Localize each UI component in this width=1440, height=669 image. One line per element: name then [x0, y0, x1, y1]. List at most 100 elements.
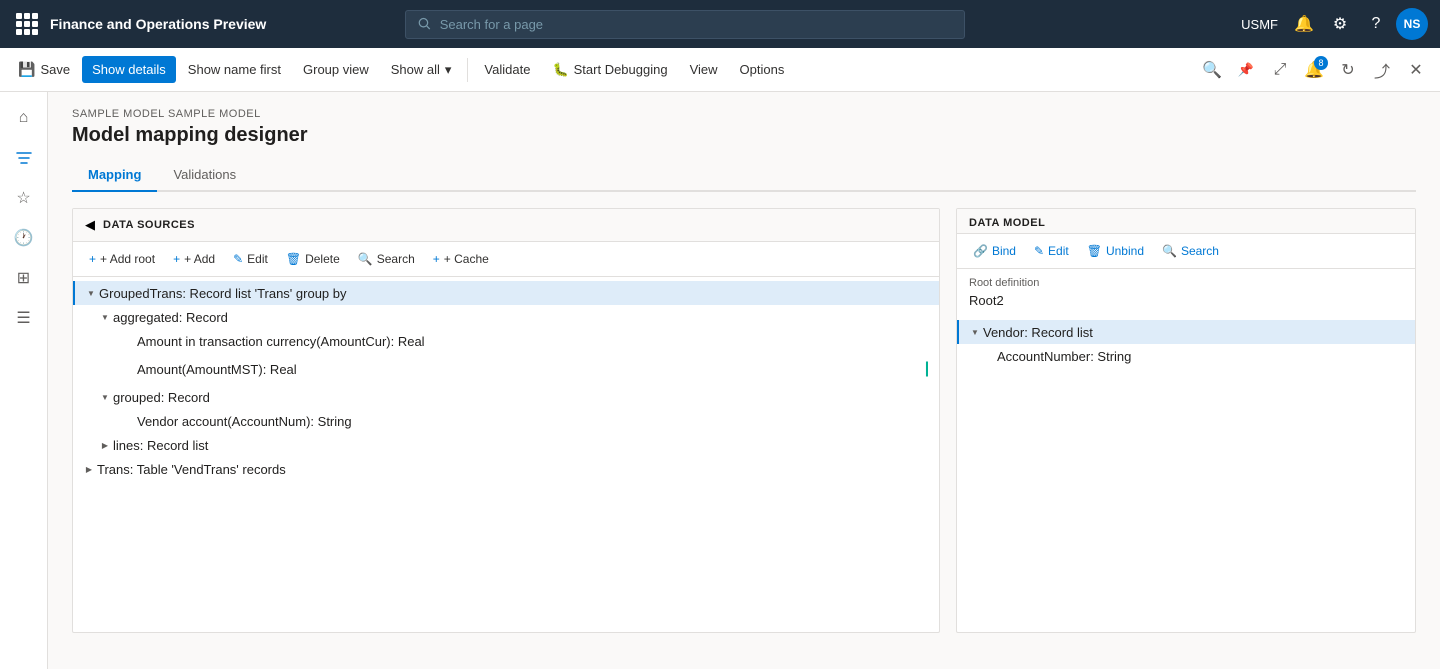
unbind-button[interactable]: 🗑 Unbind: [1079, 240, 1152, 262]
tree-item-aggregated[interactable]: aggregated: Record: [73, 305, 939, 329]
search-icon: [418, 17, 431, 31]
sidebar-workspaces[interactable]: ⊞: [6, 260, 42, 296]
tree-item-amount-cur[interactable]: Amount in transaction currency(AmountCur…: [73, 329, 939, 353]
sidebar-list[interactable]: ☰: [6, 300, 42, 336]
grouped-label: grouped: Record: [113, 390, 210, 405]
open-new-window-button[interactable]: ⤴: [1366, 54, 1398, 86]
cmdbar-search[interactable]: 🔍: [1196, 54, 1228, 86]
add-root-button[interactable]: + + Add root: [81, 248, 163, 270]
grouped-trans-expand[interactable]: [83, 285, 99, 301]
panels-container: ◀ DATA SOURCES + + Add root + + Add ✎ Ed…: [72, 208, 1416, 633]
app-layout: ⌂ ☆ 🕐 ⊞ ☰ SAMPLE MODEL SAMPLE MODEL Mode…: [0, 92, 1440, 669]
refresh-button[interactable]: ↻: [1332, 54, 1364, 86]
account-number-label: AccountNumber: String: [997, 349, 1131, 364]
show-name-first-button[interactable]: Show name first: [178, 56, 291, 83]
show-details-button[interactable]: Show details: [82, 56, 176, 83]
page-title: Model mapping designer: [72, 124, 1416, 147]
cache-button[interactable]: + + Cache: [425, 248, 497, 270]
add-button[interactable]: + + Add: [165, 248, 223, 270]
data-sources-panel: ◀ DATA SOURCES + + Add root + + Add ✎ Ed…: [72, 208, 940, 633]
ds-collapse-icon[interactable]: ◀: [85, 217, 95, 233]
data-model-panel: DATA MODEL 🔗 Bind ✎ Edit 🗑 Unbind: [956, 208, 1416, 633]
aggregated-expand[interactable]: [97, 309, 113, 325]
root-definition-label: Root definition: [969, 277, 1403, 289]
dm-root-definition: Root definition Root2: [957, 269, 1415, 316]
notifications-badge-container: 🔔 8: [1298, 54, 1330, 86]
top-nav: Finance and Operations Preview USMF 🔔 ⚙ …: [0, 0, 1440, 48]
amount-mst-expand: [121, 361, 137, 377]
expand-button[interactable]: ⤢: [1264, 54, 1296, 86]
validate-button[interactable]: Validate: [474, 56, 540, 83]
dm-search-icon: 🔍: [1162, 244, 1177, 258]
dm-toolbar: 🔗 Bind ✎ Edit 🗑 Unbind 🔍 Search: [957, 234, 1415, 269]
sidebar-recent[interactable]: 🕐: [6, 220, 42, 256]
save-icon: 💾: [18, 61, 35, 78]
grouped-expand[interactable]: [97, 389, 113, 405]
user-avatar[interactable]: NS: [1396, 8, 1428, 40]
tree-item-vendor-acct[interactable]: Vendor account(AccountNum): String: [73, 409, 939, 433]
edit-icon: ✎: [233, 252, 243, 266]
cmdbar-search-icon[interactable]: 🔍: [1196, 54, 1228, 86]
cache-icon: +: [433, 252, 440, 266]
dm-header: DATA MODEL: [957, 209, 1415, 234]
sidebar-home[interactable]: ⌂: [6, 100, 42, 136]
help-button[interactable]: ?: [1360, 8, 1392, 40]
delete-button[interactable]: 🗑 Delete: [278, 248, 348, 270]
tab-validations[interactable]: Validations: [157, 159, 252, 192]
global-search-box[interactable]: [405, 10, 965, 39]
lines-label: lines: Record list: [113, 438, 208, 453]
unbind-icon: 🗑: [1087, 244, 1102, 258]
search-icon-ds: 🔍: [358, 252, 373, 266]
notifications-button[interactable]: 🔔: [1288, 8, 1320, 40]
tree-item-vendor[interactable]: Vendor: Record list: [957, 320, 1415, 344]
amount-cur-label: Amount in transaction currency(AmountCur…: [137, 334, 425, 349]
show-all-button[interactable]: Show all ▾: [381, 56, 462, 84]
delete-icon: 🗑: [286, 252, 301, 266]
tab-mapping[interactable]: Mapping: [72, 159, 157, 192]
tree-item-lines[interactable]: lines: Record list: [73, 433, 939, 457]
lines-expand[interactable]: [97, 437, 113, 453]
sidebar-filter[interactable]: [6, 140, 42, 176]
bind-button[interactable]: 🔗 Bind: [965, 240, 1024, 262]
bind-icon: 🔗: [973, 244, 988, 258]
filter-icon: [16, 150, 32, 166]
tree-item-account-number[interactable]: AccountNumber: String: [957, 344, 1415, 368]
dm-tree: Vendor: Record list AccountNumber: Strin…: [957, 316, 1415, 632]
debug-icon: 🐛: [552, 62, 568, 78]
settings-button[interactable]: ⚙: [1324, 8, 1356, 40]
global-search-input[interactable]: [440, 17, 953, 32]
start-debugging-button[interactable]: 🐛 Start Debugging: [542, 56, 677, 84]
command-bar: 💾 Save Show details Show name first Grou…: [0, 48, 1440, 92]
options-button[interactable]: Options: [730, 56, 795, 83]
account-number-expand: [981, 348, 997, 364]
sidebar-favorites[interactable]: ☆: [6, 180, 42, 216]
cmd-divider-1: [467, 58, 468, 82]
view-button[interactable]: View: [680, 56, 728, 83]
breadcrumb: SAMPLE MODEL SAMPLE MODEL: [72, 108, 1416, 120]
ds-header: ◀ DATA SOURCES: [73, 209, 939, 242]
dm-search-button[interactable]: 🔍 Search: [1154, 240, 1227, 262]
save-button[interactable]: 💾 Save: [8, 55, 80, 84]
top-nav-right: USMF 🔔 ⚙ ? NS: [1235, 8, 1428, 40]
grouped-trans-label: GroupedTrans: Record list 'Trans' group …: [99, 286, 347, 301]
pinned-button[interactable]: 📌: [1230, 54, 1262, 86]
app-grid-button[interactable]: [12, 9, 42, 39]
ds-toolbar: + + Add root + + Add ✎ Edit 🗑 Delete: [73, 242, 939, 277]
tree-item-grouped[interactable]: grouped: Record: [73, 385, 939, 409]
search-button[interactable]: 🔍 Search: [350, 248, 423, 270]
vendor-label: Vendor: Record list: [983, 325, 1093, 340]
group-view-button[interactable]: Group view: [293, 56, 379, 83]
tree-item-trans[interactable]: Trans: Table 'VendTrans' records: [73, 457, 939, 481]
vendor-expand[interactable]: [967, 324, 983, 340]
tree-item-grouped-trans[interactable]: GroupedTrans: Record list 'Trans' group …: [73, 281, 939, 305]
tree-item-amount-mst[interactable]: Amount(AmountMST): Real |: [73, 353, 939, 385]
trans-expand[interactable]: [81, 461, 97, 477]
notification-count: 8: [1314, 56, 1328, 70]
edit-button[interactable]: ✎ Edit: [225, 248, 276, 270]
close-button[interactable]: ✕: [1400, 54, 1432, 86]
ds-tree: GroupedTrans: Record list 'Trans' group …: [73, 277, 939, 632]
vendor-acct-label: Vendor account(AccountNum): String: [137, 414, 352, 429]
add-icon: +: [173, 252, 180, 266]
show-all-chevron: ▾: [445, 62, 452, 78]
dm-edit-button[interactable]: ✎ Edit: [1026, 240, 1077, 262]
